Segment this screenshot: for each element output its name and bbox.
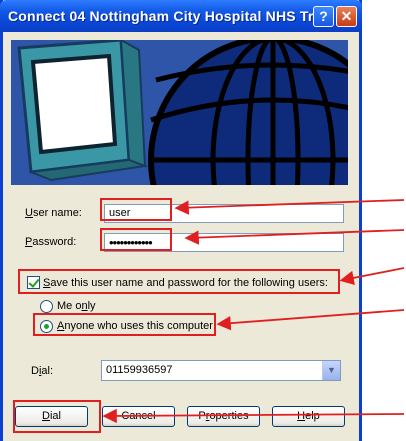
password-arrow	[184, 229, 405, 245]
dial-button-arrow	[102, 408, 405, 424]
username-arrow	[174, 199, 405, 215]
anyone-radio-arrow	[216, 309, 405, 331]
save-checkbox-arrow	[339, 267, 405, 285]
annotation-arrows	[102, 199, 405, 424]
